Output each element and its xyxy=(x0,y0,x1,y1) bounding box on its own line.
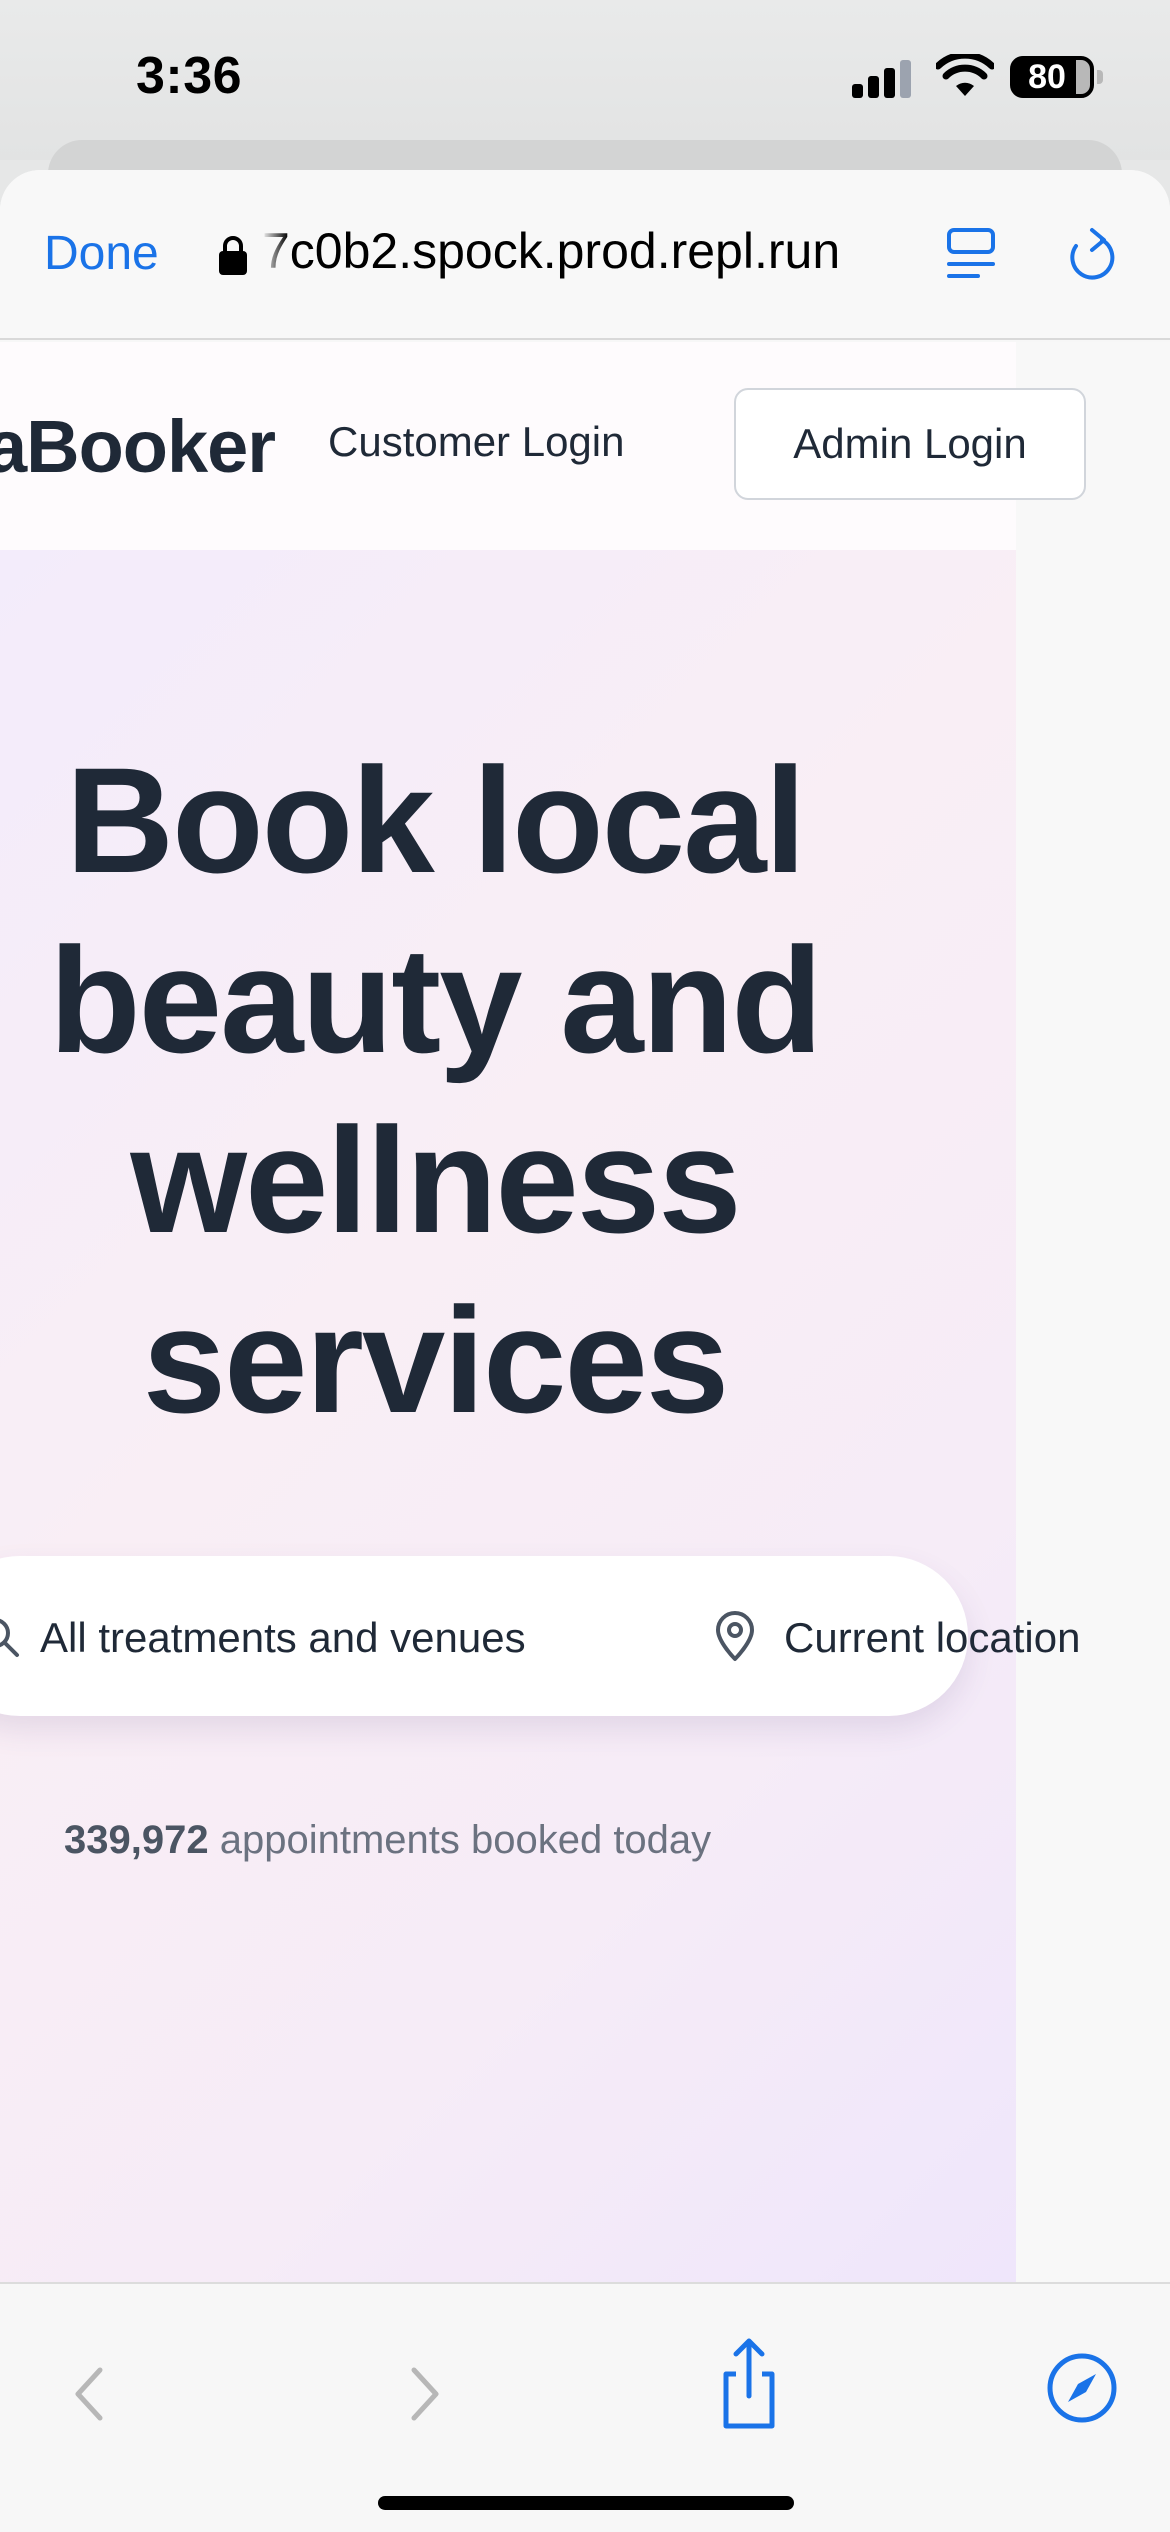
share-icon xyxy=(723,2338,775,2429)
forward-button[interactable] xyxy=(394,2354,454,2434)
hero-section: Book local beauty and wellness services … xyxy=(0,550,1080,2282)
search-icon xyxy=(0,1618,19,1657)
lock-icon xyxy=(219,236,247,275)
web-page-content: aBooker Customer Login Admin Login Book … xyxy=(0,342,1170,2282)
done-button[interactable]: Done xyxy=(44,226,159,281)
status-time: 3:36 xyxy=(136,47,243,105)
back-button[interactable] xyxy=(60,2354,120,2434)
map-pin-icon xyxy=(716,1611,754,1661)
chevron-left-icon xyxy=(75,2367,103,2421)
url-text[interactable]: 7c0b2.spock.prod.repl.run xyxy=(262,222,902,280)
browser-toolbar xyxy=(0,2282,1170,2532)
status-bar: 3:36 80 xyxy=(0,0,1170,160)
bookings-count: 339,972 xyxy=(64,1818,209,1862)
bookings-label: appointments booked today xyxy=(208,1818,712,1862)
chevron-right-icon xyxy=(411,2367,439,2421)
browser-address-bar: Done 7c0b2.spock.prod.repl.run xyxy=(0,170,1170,340)
compass-icon xyxy=(1047,2353,1117,2423)
site-logo[interactable]: aBooker xyxy=(0,404,276,489)
share-button[interactable] xyxy=(712,2334,786,2434)
treatments-search-input[interactable]: All treatments and venues xyxy=(40,1614,526,1662)
in-app-browser-sheet: Done 7c0b2.spock.prod.repl.run aBooker C… xyxy=(0,170,1170,2532)
battery-nub xyxy=(1097,70,1103,84)
customer-login-link[interactable]: Customer Login xyxy=(328,418,624,466)
home-indicator xyxy=(378,2496,794,2510)
hero-title: Book local beauty and wellness services xyxy=(49,736,823,1444)
wifi-icon xyxy=(936,54,994,96)
reader-icon[interactable] xyxy=(946,226,998,284)
battery-icon: 80 xyxy=(1010,56,1094,98)
admin-login-button[interactable]: Admin Login xyxy=(734,388,1086,500)
cellular-signal-icon xyxy=(852,58,916,98)
open-in-safari-button[interactable] xyxy=(1044,2350,1120,2426)
reload-icon[interactable] xyxy=(1064,226,1120,284)
site-header: aBooker Customer Login Admin Login xyxy=(0,342,1086,550)
location-input[interactable]: Current location xyxy=(784,1614,1080,1662)
battery-percent: 80 xyxy=(1028,58,1066,96)
bookings-stat: 339,972 appointments booked today xyxy=(64,1818,711,1863)
